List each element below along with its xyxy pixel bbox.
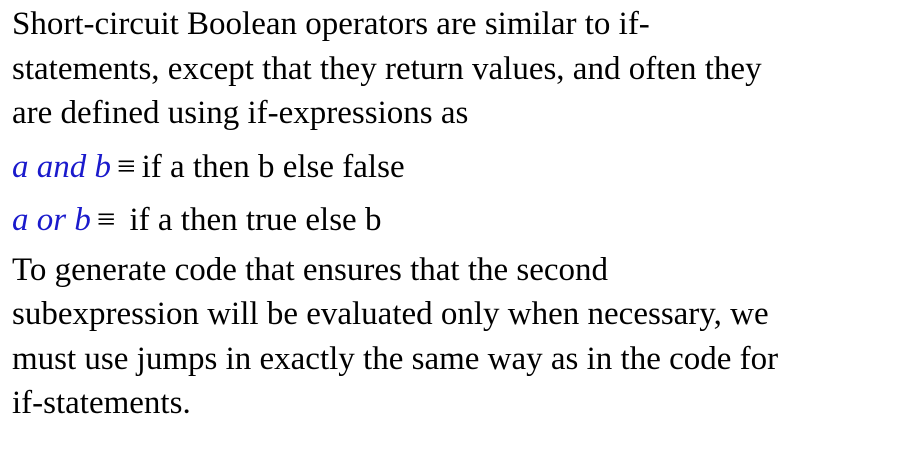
equivalence-symbol: ≡: [96, 201, 116, 238]
and-definition: a and b ≡ if a then b else false: [12, 145, 907, 189]
equivalence-symbol: ≡: [117, 148, 136, 185]
or-expression: a or b: [12, 201, 91, 238]
or-definition: a or b ≡ if a then true else b: [12, 198, 907, 242]
and-expansion: if a then b else false: [141, 148, 405, 185]
and-expression: a and b: [12, 148, 111, 185]
explanation-paragraph: To generate code that ensures that the s…: [12, 251, 779, 422]
intro-paragraph: Short-circuit Boolean operators are simi…: [12, 6, 762, 131]
or-expansion: if a then true else b: [129, 201, 382, 238]
document-body: Short-circuit Boolean operators are simi…: [12, 0, 907, 426]
